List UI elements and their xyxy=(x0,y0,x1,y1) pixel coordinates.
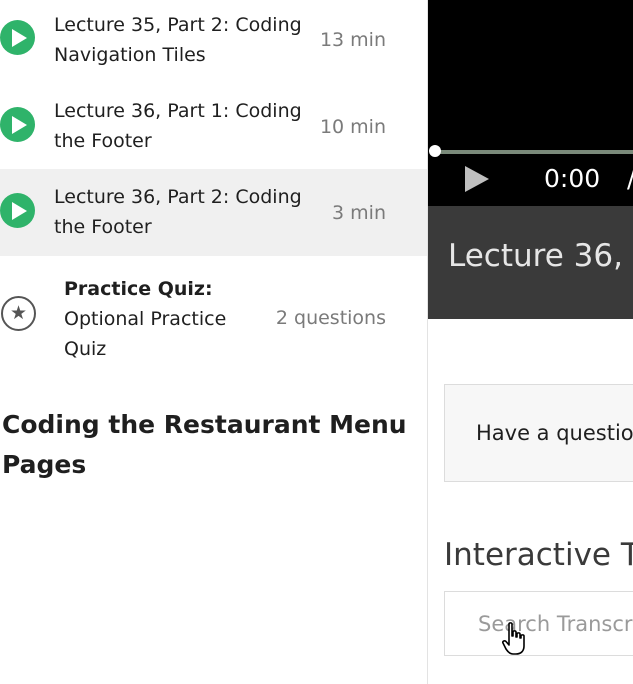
section-heading: Coding the Restaurant Menu Pages xyxy=(2,410,407,479)
lecture-title: Lecture 36, Part 1: Coding the Footer xyxy=(54,100,302,152)
page: Lecture 35, Part 2: Coding Navigation Ti… xyxy=(0,0,633,684)
progress-track[interactable] xyxy=(434,150,633,154)
play-circle-icon xyxy=(0,193,35,228)
transcript-heading: Interactive Tr xyxy=(444,537,633,573)
lecture-title: Lecture 36, Part 2: Coding the Footer xyxy=(54,186,302,238)
lecture-duration: 13 min xyxy=(319,29,386,51)
video-title: Lecture 36, P xyxy=(448,238,633,274)
time-separator: / xyxy=(627,162,633,196)
video-title-bar: Lecture 36, P xyxy=(428,206,633,319)
quiz-item[interactable]: ★ Practice Quiz: Optional Practice Quiz … xyxy=(0,256,427,376)
play-circle-icon xyxy=(0,107,35,142)
hand-cursor-icon xyxy=(501,622,525,655)
lecture-item-active[interactable]: Lecture 36, Part 2: Coding the Footer 3 … xyxy=(0,169,427,256)
lecture-duration: 10 min xyxy=(319,116,386,138)
ask-question-box[interactable]: Have a questio xyxy=(444,384,633,482)
scrubber-handle[interactable] xyxy=(429,145,441,157)
lecture-item[interactable]: Lecture 35, Part 2: Coding Navigation Ti… xyxy=(0,0,427,84)
play-icon[interactable] xyxy=(465,166,489,192)
question-prompt: Have a questio xyxy=(476,421,633,445)
content-pane: 0:00 / Lecture 36, P Have a questio Inte… xyxy=(428,0,633,684)
current-time: 0:00 xyxy=(544,164,601,193)
lecture-title: Lecture 35, Part 2: Coding Navigation Ti… xyxy=(54,14,302,66)
star-circle-icon: ★ xyxy=(1,296,36,331)
course-outline: Lecture 35, Part 2: Coding Navigation Ti… xyxy=(0,0,427,684)
transcript-search-input[interactable]: Search Transcr xyxy=(444,591,633,656)
video-player[interactable]: 0:00 / xyxy=(428,0,633,206)
lecture-duration: 3 min xyxy=(332,202,386,224)
quiz-text: Practice Quiz: Optional Practice Quiz xyxy=(64,274,254,364)
quiz-label: Practice Quiz: xyxy=(64,278,213,300)
lecture-item[interactable]: Lecture 36, Part 1: Coding the Footer 10… xyxy=(0,84,427,169)
play-circle-icon xyxy=(0,20,35,55)
quiz-title: Optional Practice Quiz xyxy=(64,308,227,360)
quiz-meta: 2 questions xyxy=(275,307,386,329)
